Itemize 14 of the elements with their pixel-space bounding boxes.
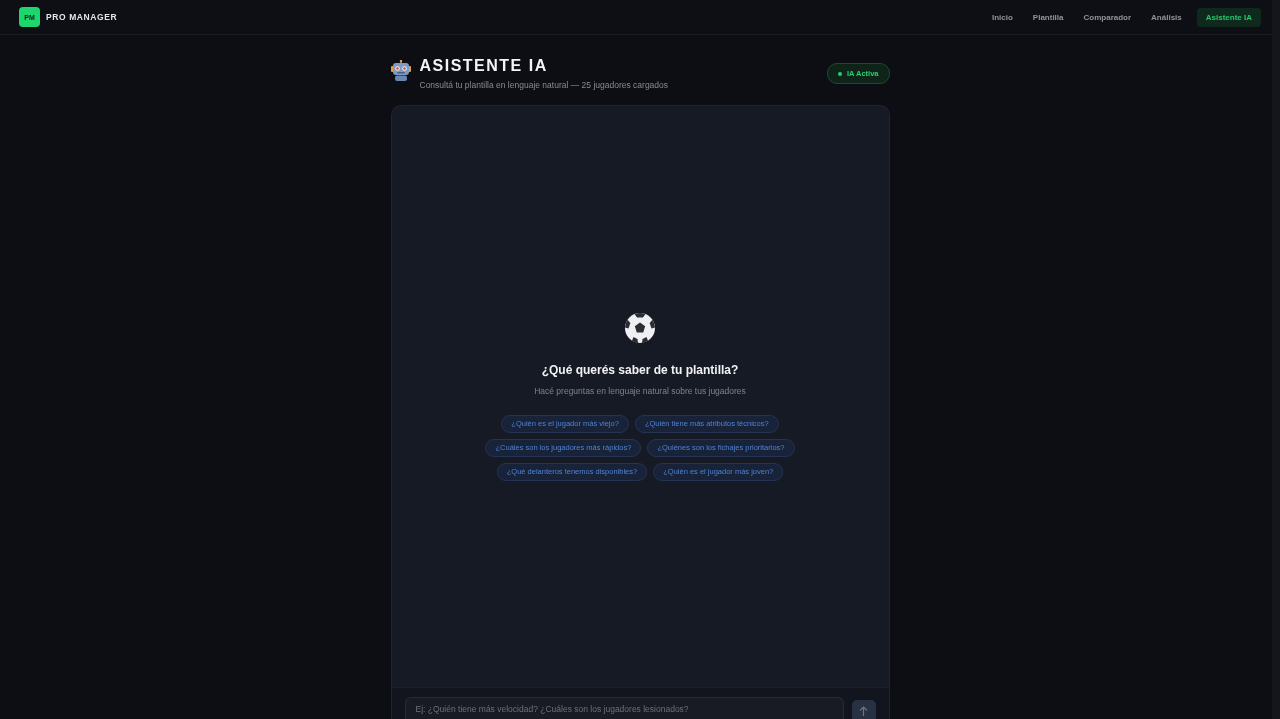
message-input[interactable]: Ej: ¿Quién tiene más velocidad? ¿Cuáles son los jugadores lesionados? (404, 697, 844, 719)
nav-link[interactable]: Análisis (1144, 7, 1189, 27)
nav-link[interactable]: Inicio (984, 7, 1020, 27)
robot-icon (390, 60, 411, 81)
soccer-ball-icon (625, 312, 655, 343)
app-name: PRO MANAGER (46, 12, 118, 22)
nav-link[interactable]: Plantilla (1025, 7, 1071, 27)
empty-state-hint: Hacé preguntas en lenguaje natural sobre tus jugadores (534, 385, 746, 396)
arrow-up-icon (859, 706, 868, 716)
page-subtitle: Consultá tu plantilla en lenguaje natural — 25 jugadores cargados (419, 80, 669, 91)
page-title: ASISTENTE IA (419, 57, 549, 75)
nav-link[interactable]: Asistente IA (1196, 7, 1261, 27)
empty-state-heading: ¿Qué querés saber de tu plantilla? (541, 362, 739, 377)
nav-link[interactable]: Comparador (1076, 7, 1139, 27)
